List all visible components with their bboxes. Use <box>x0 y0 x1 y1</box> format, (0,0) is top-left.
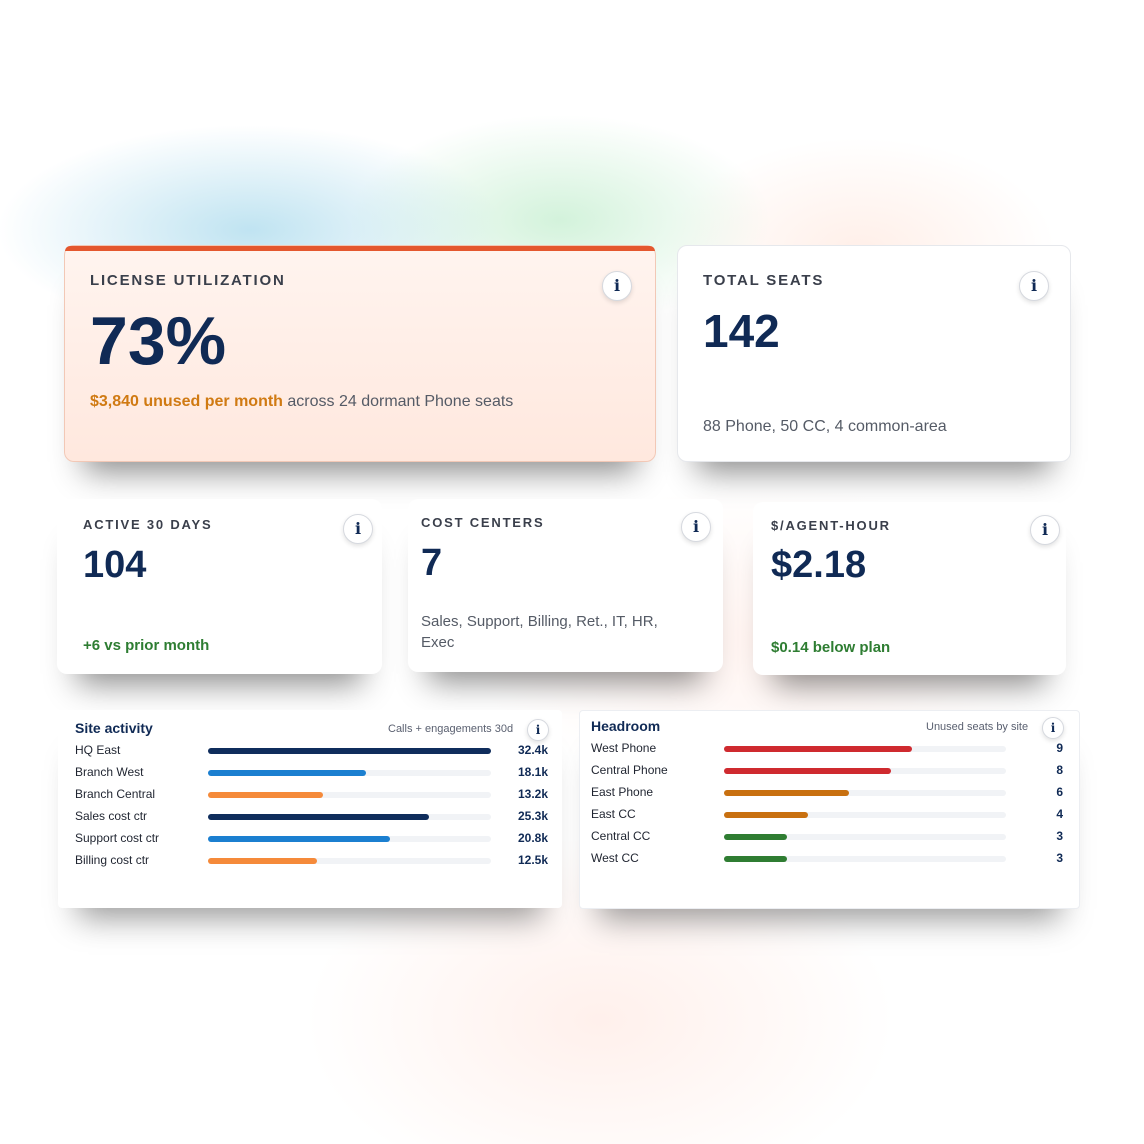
bar-fill <box>724 746 912 752</box>
utilization-value: 73% <box>90 303 227 379</box>
bar-row: Billing cost ctr 12.5k <box>58 850 562 872</box>
info-icon[interactable]: i <box>602 271 632 301</box>
bar-label: East CC <box>591 807 636 821</box>
bar-track <box>208 792 491 798</box>
bar-fill <box>724 812 808 818</box>
panel-title: Headroom <box>591 718 661 734</box>
bar-track <box>724 746 1006 752</box>
bar-row: Branch West 18.1k <box>58 762 562 784</box>
unused-cost-highlight: $3,840 unused per month <box>90 393 283 410</box>
bar-value: 6 <box>1056 785 1063 799</box>
cost-centers-list: Sales, Support, Billing, Ret., IT, HR, E… <box>421 613 658 651</box>
bar-label: HQ East <box>75 743 121 757</box>
bar-fill <box>208 748 491 754</box>
panel-subtitle: Calls + engagements 30d <box>388 723 514 735</box>
total-seats-value: 142 <box>703 305 780 357</box>
active-delta: +6 vs prior month <box>83 637 210 654</box>
bar-track <box>724 790 1006 796</box>
unused-cost-rest: across 24 dormant Phone seats <box>282 393 514 410</box>
bar-value: 8 <box>1056 763 1063 777</box>
bar-row: Central CC 3 <box>580 826 1079 848</box>
bar-value: 32.4k <box>517 743 548 757</box>
bar-row: HQ East 32.4k <box>58 740 562 762</box>
card-label: COST CENTERS <box>421 515 545 530</box>
bar-label: Billing cost ctr <box>75 853 150 867</box>
bar-value: 3 <box>1056 851 1063 865</box>
bar-row: West Phone 9 <box>580 738 1079 760</box>
bar-label: West Phone <box>591 741 657 755</box>
bar-fill <box>208 836 390 842</box>
bar-fill <box>208 814 429 820</box>
info-icon[interactable]: i <box>1042 717 1064 739</box>
utilization-detail: $3,840 unused per month across 24 dorman… <box>90 389 560 414</box>
bar-fill <box>208 858 318 864</box>
bar-track <box>208 770 491 776</box>
info-icon[interactable]: i <box>343 514 373 544</box>
bar-value: 18.1k <box>517 765 548 779</box>
bar-label: Central Phone <box>591 763 668 777</box>
bar-label: Branch West <box>75 765 144 779</box>
info-icon[interactable]: i <box>1030 515 1060 545</box>
agent-hour-delta: $0.14 below plan <box>771 639 891 656</box>
bar-fill <box>724 856 787 862</box>
panel-title: Site activity <box>75 720 153 736</box>
bar-track <box>208 748 491 754</box>
active-value: 104 <box>83 544 147 586</box>
site-activity-panel: Site activity Calls + engagements 30d i … <box>58 710 562 908</box>
panel-subtitle: Unused seats by site <box>926 721 1029 733</box>
bar-label: Support cost ctr <box>75 831 160 845</box>
bar-value: 13.2k <box>517 787 548 801</box>
bar-row: West CC 3 <box>580 848 1079 870</box>
bar-fill <box>208 770 367 776</box>
bar-row: Support cost ctr 20.8k <box>58 828 562 850</box>
bar-track <box>724 812 1006 818</box>
bar-value: 3 <box>1056 829 1063 843</box>
total-seats-breakdown: 88 Phone, 50 CC, 4 common-area <box>703 418 947 435</box>
headroom-panel: Headroom Unused seats by site i West Pho… <box>579 710 1080 909</box>
bar-track <box>724 834 1006 840</box>
card-label: TOTAL SEATS <box>703 272 825 289</box>
bar-fill <box>208 792 324 798</box>
bar-fill <box>724 834 787 840</box>
bar-value: 9 <box>1056 741 1063 755</box>
bar-track <box>724 768 1006 774</box>
card-label: LICENSE UTILIZATION <box>90 272 286 289</box>
bar-value: 25.3k <box>517 809 548 823</box>
bar-track <box>208 836 491 842</box>
bar-value: 4 <box>1056 807 1063 821</box>
bar-track <box>208 814 491 820</box>
bar-fill <box>724 768 892 774</box>
active-30-days-card: ACTIVE 30 DAYS i 104 +6 vs prior month <box>57 499 382 674</box>
bar-fill <box>724 790 850 796</box>
bar-track <box>724 856 1006 862</box>
bar-row: Branch Central 13.2k <box>58 784 562 806</box>
accent-bar <box>65 246 655 251</box>
info-icon[interactable]: i <box>1019 271 1049 301</box>
agent-hour-value: $2.18 <box>771 544 867 586</box>
bar-row: Sales cost ctr 25.3k <box>58 806 562 828</box>
total-seats-card: TOTAL SEATS i 142 88 Phone, 50 CC, 4 com… <box>677 245 1071 462</box>
info-icon[interactable]: i <box>681 512 711 542</box>
bar-value: 20.8k <box>517 831 548 845</box>
bar-row: East CC 4 <box>580 804 1079 826</box>
cost-centers-card: COST CENTERS i 7 Sales, Support, Billing… <box>408 499 723 672</box>
agent-hour-card: $/AGENT-HOUR i $2.18 $0.14 below plan <box>753 502 1066 675</box>
bar-label: Sales cost ctr <box>75 809 148 823</box>
bar-label: East Phone <box>591 785 654 799</box>
bar-label: West CC <box>591 851 639 865</box>
bar-label: Central CC <box>591 829 651 843</box>
bar-label: Branch Central <box>75 787 156 801</box>
card-label: $/AGENT-HOUR <box>771 518 891 533</box>
info-icon[interactable]: i <box>527 719 549 741</box>
bar-track <box>208 858 491 864</box>
cost-centers-value: 7 <box>421 542 443 584</box>
card-label: ACTIVE 30 DAYS <box>83 517 213 532</box>
license-utilization-card: LICENSE UTILIZATION i 73% $3,840 unused … <box>64 245 656 462</box>
bar-row: Central Phone 8 <box>580 760 1079 782</box>
bar-value: 12.5k <box>517 853 548 867</box>
bar-row: East Phone 6 <box>580 782 1079 804</box>
